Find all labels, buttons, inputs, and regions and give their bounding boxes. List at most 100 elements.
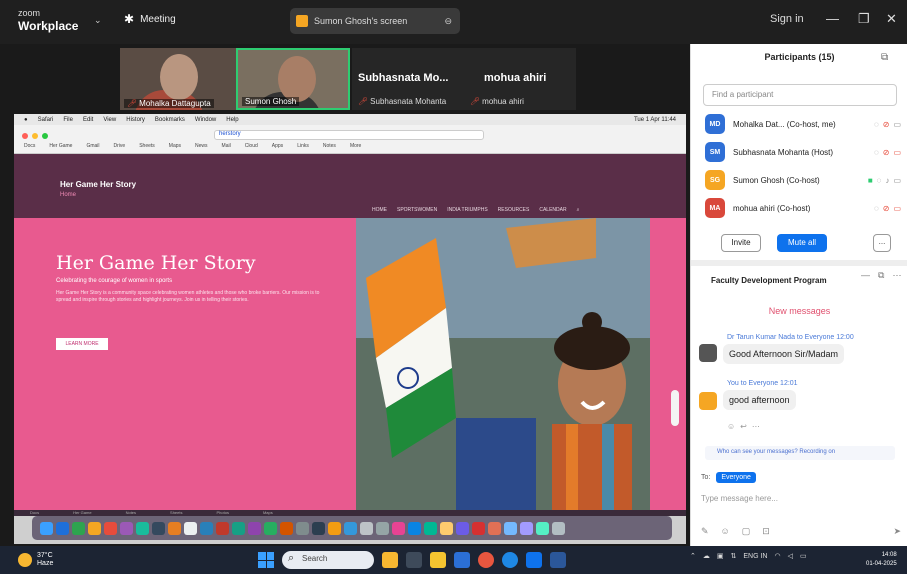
shared-screen[interactable]: ● Safari File Edit View History Bookmark… — [14, 114, 686, 544]
app-icon[interactable] — [56, 521, 69, 535]
app-icon[interactable] — [88, 521, 101, 535]
app-tray-icon[interactable]: ▣ — [717, 552, 724, 560]
taskbar-clock[interactable]: 14:08 01-04-2025 — [866, 551, 897, 569]
menu-item[interactable]: Bookmarks — [155, 117, 185, 123]
bookmark[interactable]: Notes — [323, 143, 336, 149]
participant-row[interactable]: MD Mohalka Dat... (Co-host, me) ◌ ⊘ ▭ — [705, 112, 901, 136]
nav-item[interactable]: RESOURCES — [498, 207, 530, 213]
app-icon[interactable] — [408, 521, 421, 535]
app-icon[interactable] — [376, 521, 389, 535]
app-icon[interactable] — [456, 521, 469, 535]
minimize-icon[interactable]: — — [826, 11, 839, 26]
app-icon[interactable] — [424, 521, 437, 535]
who-can-see-banner[interactable]: Who can see your messages? Recording on — [705, 446, 895, 460]
app-icon[interactable] — [232, 521, 245, 535]
meeting-menu-button[interactable]: ✱ Meeting — [124, 12, 176, 26]
view-options-icon[interactable]: ⊖ — [444, 16, 452, 27]
participant-row[interactable]: SG Sumon Ghosh (Co-host) ■ ◌ ♪ ▭ — [705, 168, 901, 192]
bookmark[interactable]: Cloud — [245, 143, 258, 149]
send-icon[interactable]: ➤ — [893, 526, 901, 537]
cloud-icon[interactable]: ☁ — [703, 552, 710, 560]
participant-row[interactable]: SM Subhasnata Mohanta (Host) ◌ ⊘ ▭ — [705, 140, 901, 164]
finder-icon[interactable] — [40, 521, 53, 535]
video-icon[interactable]: ▭ — [893, 176, 901, 185]
more-icon[interactable]: ⋯ — [752, 422, 760, 431]
name-tile[interactable]: Subhasnata Mo... 🎤︎ Subhasnata Mohanta — [352, 48, 464, 110]
bookmark[interactable]: Drive — [114, 143, 126, 149]
language-indicator[interactable]: ENG IN — [743, 553, 767, 560]
app-icon[interactable] — [72, 521, 85, 535]
apple-icon[interactable]: ● — [24, 117, 28, 123]
app-icon[interactable] — [200, 521, 213, 535]
menu-item[interactable]: Safari — [38, 117, 54, 123]
task-view-icon[interactable] — [406, 552, 422, 568]
bookmark[interactable]: Apps — [272, 143, 283, 149]
site-tagline[interactable]: Home — [60, 192, 76, 198]
menu-item[interactable]: History — [126, 117, 145, 123]
app-icon[interactable] — [136, 521, 149, 535]
nav-item[interactable]: HOME — [372, 207, 387, 213]
address-bar[interactable]: herstory — [214, 130, 484, 140]
new-messages-divider[interactable]: New messages — [691, 306, 907, 316]
mic-off-icon[interactable]: ⊘ — [883, 204, 890, 213]
menu-item[interactable]: Window — [195, 117, 216, 123]
video-off-icon[interactable]: ▭ — [893, 120, 901, 129]
app-icon[interactable] — [472, 521, 485, 535]
bookmark[interactable]: More — [350, 143, 361, 149]
bookmark[interactable]: Links — [297, 143, 309, 149]
mic-icon[interactable]: ♪ — [885, 176, 889, 185]
app-icon[interactable] — [152, 521, 165, 535]
popout-icon[interactable]: ⧉ — [878, 270, 884, 281]
chrome-icon[interactable] — [478, 552, 494, 568]
participant-row[interactable]: MA mohua ahiri (Co-host) ◌ ⊘ ▭ — [705, 196, 901, 220]
volume-icon[interactable]: ◁ — [788, 552, 793, 560]
app-icon[interactable] — [264, 521, 277, 535]
wifi-icon[interactable]: ◠ — [775, 552, 781, 560]
bookmark[interactable]: News — [195, 143, 208, 149]
store-icon[interactable] — [454, 552, 470, 568]
more-icon[interactable]: ⋯ — [892, 270, 901, 281]
menu-item[interactable]: Help — [226, 117, 238, 123]
format-icon[interactable]: ✎ — [701, 526, 709, 537]
participant-search-input[interactable]: Find a participant — [703, 84, 897, 106]
view-options-pill[interactable]: Sumon Ghosh's screen ⊖ — [290, 8, 460, 34]
bookmark[interactable]: Her Game — [49, 143, 72, 149]
video-tile[interactable]: 🎤︎ Mohalka Dattagupta — [120, 48, 236, 110]
mute-all-button[interactable]: Mute all — [777, 234, 827, 252]
chat-message[interactable]: Good Afternoon Sir/Madam — [723, 344, 845, 364]
popout-icon[interactable]: ⧉ — [881, 52, 888, 63]
recipient-dropdown[interactable]: Everyone — [716, 472, 756, 483]
zoom-logo[interactable]: zoom Workplace — [18, 7, 78, 33]
learn-more-button[interactable]: LEARN MORE — [56, 338, 108, 350]
reply-icon[interactable]: ↩ — [740, 422, 747, 431]
app-icon[interactable] — [312, 521, 325, 535]
chat-message[interactable]: good afternoon — [723, 390, 796, 410]
menu-item[interactable]: File — [63, 117, 73, 123]
mic-off-icon[interactable]: ⊘ — [883, 120, 890, 129]
app-icon[interactable] — [248, 521, 261, 535]
trash-icon[interactable] — [552, 521, 565, 535]
emoji-icon[interactable]: ☺ — [721, 526, 730, 537]
app-icon[interactable] — [328, 521, 341, 535]
app-icon[interactable] — [168, 521, 181, 535]
app-icon[interactable] — [536, 521, 549, 535]
bookmark[interactable]: Maps — [169, 143, 181, 149]
app-icon[interactable] — [504, 521, 517, 535]
invite-button[interactable]: Invite — [721, 234, 761, 252]
chevron-down-icon[interactable]: ⌄ — [94, 15, 102, 26]
bookmark[interactable]: Gmail — [86, 143, 99, 149]
traffic-lights[interactable] — [22, 133, 48, 139]
app-icon[interactable] — [488, 521, 501, 535]
reaction-icon[interactable]: ☺ — [727, 422, 735, 431]
word-icon[interactable] — [550, 552, 566, 568]
restore-icon[interactable]: ❐ — [858, 11, 870, 27]
zoom-dot-icon[interactable] — [42, 133, 48, 139]
sign-in-button[interactable]: Sign in — [770, 13, 804, 25]
chat-input[interactable]: Type message here... — [701, 494, 778, 503]
nav-item[interactable]: INDIA TRIUMPHS — [447, 207, 487, 213]
app-icon[interactable] — [344, 521, 357, 535]
close-dot-icon[interactable] — [22, 133, 28, 139]
minimize-icon[interactable]: — — [861, 270, 870, 281]
file-icon[interactable]: ▢ — [742, 526, 751, 537]
battery-icon[interactable]: ▭ — [800, 552, 807, 560]
